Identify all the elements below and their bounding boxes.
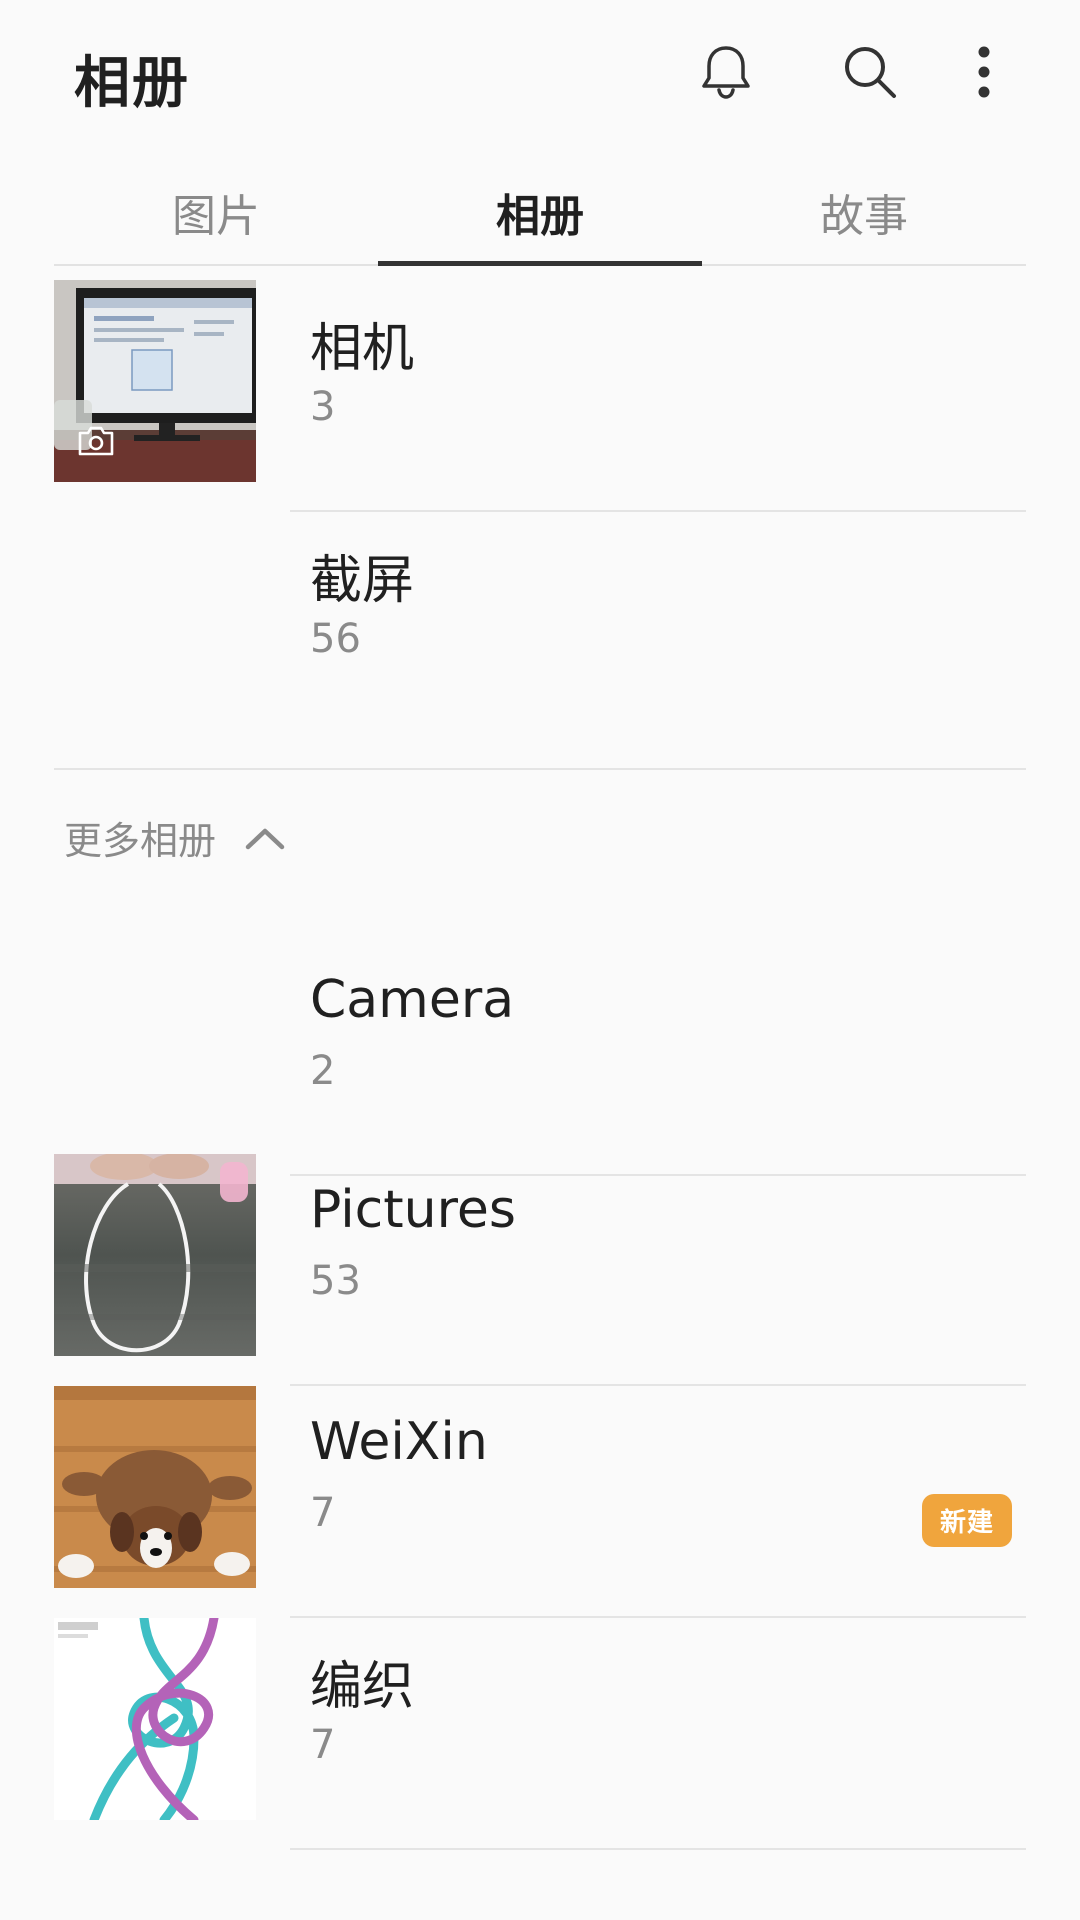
search-icon[interactable]	[838, 40, 902, 104]
album-thumbnail	[54, 1386, 256, 1588]
album-thumbnail	[54, 1154, 256, 1356]
album-count: 2	[310, 1048, 336, 1094]
album-thumbnail	[54, 512, 256, 714]
album-thumbnail	[54, 1618, 256, 1820]
app-header: 相册	[0, 0, 1080, 150]
album-name: WeiXin	[310, 1412, 488, 1472]
album-thumbnail	[54, 944, 256, 1146]
bell-icon[interactable]	[694, 40, 758, 104]
divider	[290, 1848, 1026, 1850]
album-name: Camera	[310, 970, 515, 1030]
page-title: 相册	[74, 51, 190, 116]
tab-albums[interactable]: 相册	[378, 160, 702, 266]
more-albums-toggle[interactable]: 更多相册	[64, 810, 286, 865]
album-item-camera[interactable]: Camera 2	[54, 944, 1026, 1176]
album-item-camera-cn[interactable]: 相机 3	[54, 280, 1026, 512]
album-count: 7	[310, 1722, 336, 1768]
album-name: Pictures	[310, 1180, 516, 1240]
album-count: 56	[310, 616, 361, 662]
album-item-pictures[interactable]: Pictures 53	[54, 1154, 1026, 1386]
chevron-up-icon	[244, 816, 286, 860]
new-badge: 新建	[921, 1494, 1012, 1547]
camera-icon	[76, 424, 116, 462]
album-name: 相机	[310, 319, 415, 379]
album-count: 53	[310, 1258, 361, 1304]
tab-pictures[interactable]: 图片	[54, 160, 378, 264]
album-item-weixin[interactable]: WeiXin 7 新建	[54, 1386, 1026, 1618]
album-thumbnail	[54, 280, 256, 482]
more-albums-label: 更多相册	[64, 819, 217, 863]
album-item-knitting[interactable]: 编织 7	[54, 1618, 1026, 1850]
album-count: 7	[310, 1490, 336, 1536]
more-vert-icon[interactable]	[952, 40, 1016, 104]
album-name: 编织	[310, 1657, 415, 1717]
tab-stories[interactable]: 故事	[702, 160, 1026, 264]
album-item-screenshots[interactable]: 截屏 56	[54, 512, 1026, 744]
album-name: 截屏	[310, 551, 415, 611]
tab-bar: 图片 相册 故事	[54, 160, 1026, 266]
section-divider	[54, 768, 1026, 770]
album-count: 3	[310, 384, 336, 430]
